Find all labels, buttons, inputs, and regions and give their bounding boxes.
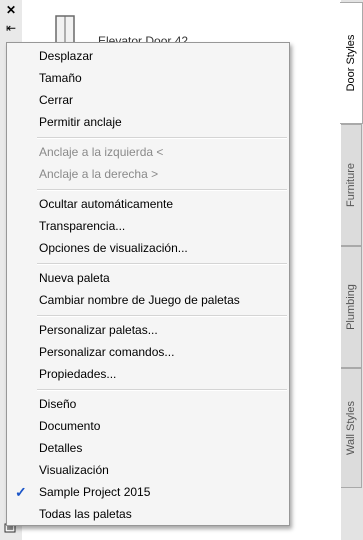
tab-label: Furniture	[345, 162, 357, 208]
menu-item-opciones-visualizacion[interactable]: Opciones de visualización...	[7, 237, 289, 259]
tab-label: Plumbing	[345, 284, 357, 330]
menu-separator	[37, 315, 287, 317]
menu-item-label: Sample Project 2015	[39, 485, 151, 499]
menu-item-permitir-anclaje[interactable]: Permitir anclaje	[7, 111, 289, 133]
menu-separator	[37, 137, 287, 139]
close-icon[interactable]: ✕	[4, 3, 18, 17]
tab-furniture[interactable]: Furniture	[341, 124, 362, 246]
menu-item-ocultar[interactable]: Ocultar automáticamente	[7, 193, 289, 215]
context-menu: Desplazar Tamaño Cerrar Permitir anclaje…	[6, 42, 290, 526]
menu-item-visualizacion[interactable]: Visualización	[7, 459, 289, 481]
menu-separator	[37, 389, 287, 391]
tab-label: Door Styles	[345, 34, 357, 92]
menu-item-cerrar[interactable]: Cerrar	[7, 89, 289, 111]
menu-item-personalizar-comandos[interactable]: Personalizar comandos...	[7, 341, 289, 363]
tab-label: Wall Styles	[345, 401, 357, 455]
menu-item-documento[interactable]: Documento	[7, 415, 289, 437]
menu-item-anclaje-izquierda: Anclaje a la izquierda <	[39, 145, 164, 159]
tab-plumbing[interactable]: Plumbing	[341, 246, 362, 368]
menu-separator	[37, 263, 287, 265]
menu-item-personalizar-paletas[interactable]: Personalizar paletas...	[7, 319, 289, 341]
tab-wall-styles[interactable]: Wall Styles	[341, 368, 362, 488]
menu-item-tamano[interactable]: Tamaño	[7, 67, 289, 89]
menu-item-desplazar[interactable]: Desplazar	[7, 45, 289, 67]
menu-item-anclaje-derecha: Anclaje a la derecha >	[39, 167, 159, 181]
menu-item-nueva-paleta[interactable]: Nueva paleta	[7, 267, 289, 289]
menu-item-transparencia[interactable]: Transparencia...	[7, 215, 289, 237]
tab-door-styles[interactable]: Door Styles	[340, 2, 363, 124]
palette-tabs: Door Styles Furniture Plumbing Wall Styl…	[340, 0, 363, 540]
menu-separator	[37, 189, 287, 191]
menu-item-sample-project[interactable]: ✓ Sample Project 2015	[7, 481, 289, 503]
checkmark-icon: ✓	[15, 484, 27, 500]
menu-item-todas-paletas[interactable]: Todas las paletas	[7, 503, 289, 525]
menu-item-cambiar-nombre[interactable]: Cambiar nombre de Juego de paletas	[7, 289, 289, 311]
menu-item-diseno[interactable]: Diseño	[7, 393, 289, 415]
autohide-icon[interactable]: ⇤	[4, 21, 18, 35]
menu-item-propiedades[interactable]: Propiedades...	[7, 363, 289, 385]
menu-item-detalles[interactable]: Detalles	[7, 437, 289, 459]
